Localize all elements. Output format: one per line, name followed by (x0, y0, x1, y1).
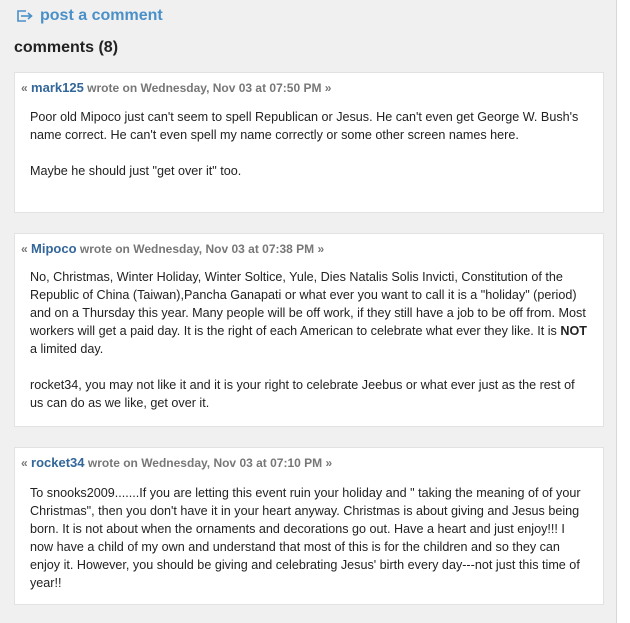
comment-body: No, Christmas, Winter Holiday, Winter So… (30, 268, 591, 412)
comment-card: « mark125 wrote on Wednesday, Nov 03 at … (14, 72, 604, 213)
comment-timestamp: wrote on Wednesday, Nov 03 at 07:50 PM » (87, 81, 332, 95)
comment-timestamp: wrote on Wednesday, Nov 03 at 07:10 PM » (87, 456, 333, 470)
comment-meta: « Mipoco wrote on Wednesday, Nov 03 at 0… (21, 241, 324, 256)
comment-meta: « rocket34 wrote on Wednesday, Nov 03 at… (21, 455, 332, 470)
comment-text: a limited day. (30, 342, 104, 356)
comments-count-heading: comments (8) (14, 39, 119, 56)
comment-meta: « mark125 wrote on Wednesday, Nov 03 at … (21, 80, 331, 95)
comment-card: « Mipoco wrote on Wednesday, Nov 03 at 0… (14, 233, 604, 427)
comment-author-link[interactable]: Mipoco (31, 241, 77, 256)
open-quote: « (21, 242, 28, 256)
emphasis-not: NOT (560, 324, 587, 338)
comment-paragraph: To snooks2009.......If you are letting t… (30, 486, 581, 590)
comment-author-link[interactable]: rocket34 (31, 455, 84, 470)
post-comment-link[interactable]: post a comment (16, 7, 163, 25)
comment-text: No, Christmas, Winter Holiday, Winter So… (30, 270, 586, 338)
open-quote: « (21, 81, 28, 95)
open-quote: « (21, 456, 28, 470)
page-edge (616, 0, 630, 623)
comment-body: To snooks2009.......If you are letting t… (30, 484, 591, 592)
comment-card: « rocket34 wrote on Wednesday, Nov 03 at… (14, 447, 604, 605)
comment-paragraph: rocket34, you may not like it and it is … (30, 378, 575, 410)
post-comment-label[interactable]: post a comment (40, 7, 163, 25)
comment-paragraph: Maybe he should just "get over it" too. (30, 164, 242, 178)
comment-timestamp: wrote on Wednesday, Nov 03 at 07:38 PM » (79, 242, 325, 256)
comments-section: post a comment comments (8) « mark125 wr… (0, 0, 616, 623)
comment-paragraph: No, Christmas, Winter Holiday, Winter So… (30, 268, 591, 358)
comment-body: Poor old Mipoco just can't seem to spell… (30, 108, 591, 180)
comment-author-link[interactable]: mark125 (31, 80, 84, 95)
post-comment-icon (16, 9, 34, 23)
comment-paragraph: Poor old Mipoco just can't seem to spell… (30, 110, 579, 142)
